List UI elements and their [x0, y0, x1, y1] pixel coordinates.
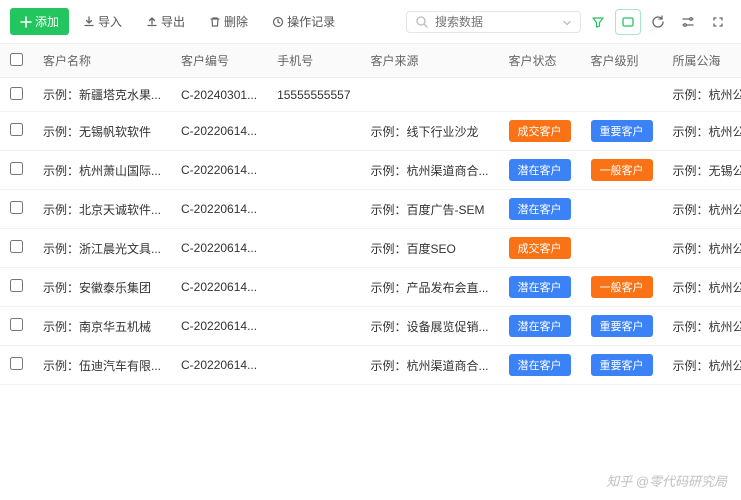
status-badge: 成交客户	[509, 120, 571, 142]
table-row[interactable]: 示例：南京华五机械 C-20220614... 示例：设备展览促销... 潜在客…	[0, 307, 741, 346]
import-button[interactable]: 导入	[73, 8, 132, 35]
filter-button[interactable]	[585, 9, 611, 35]
search-icon	[415, 15, 429, 29]
chevron-down-icon[interactable]	[562, 17, 572, 27]
level-badge: 重要客户	[591, 354, 653, 376]
header-pool[interactable]: 所属公海	[663, 44, 741, 78]
export-label: 导出	[161, 13, 185, 30]
search-input[interactable]	[435, 15, 556, 29]
cell-pool: 示例：杭州公海池	[673, 318, 741, 335]
fullscreen-button[interactable]	[705, 9, 731, 35]
add-button[interactable]: 添加	[10, 8, 69, 35]
level-badge: 重要客户	[591, 120, 653, 142]
row-checkbox[interactable]	[10, 357, 23, 370]
refresh-button[interactable]	[645, 9, 671, 35]
cell-pool: 示例：杭州公海池	[673, 357, 741, 374]
header-status[interactable]: 客户状态	[499, 44, 581, 78]
cell-code: C-20220614...	[181, 124, 257, 138]
search-box[interactable]	[406, 11, 581, 33]
table-row[interactable]: 示例：无锡帆软软件 C-20220614... 示例：线下行业沙龙 成交客户 重…	[0, 112, 741, 151]
cell-code: C-20240301...	[181, 88, 257, 102]
row-checkbox[interactable]	[10, 87, 23, 100]
row-checkbox[interactable]	[10, 318, 23, 331]
import-label: 导入	[98, 13, 122, 30]
table-container: 客户名称 客户编号 手机号 客户来源 客户状态 客户级别 所属公海 客户查 示例…	[0, 44, 741, 385]
level-badge: 一般客户	[591, 276, 653, 298]
cell-source: 示例：百度SEO	[371, 240, 456, 257]
cell-source: 示例：线下行业沙龙	[371, 123, 479, 140]
plus-icon	[20, 16, 32, 28]
status-badge: 潜在客户	[509, 315, 571, 337]
log-label: 操作记录	[287, 13, 335, 30]
level-badge: 重要客户	[591, 315, 653, 337]
cell-code: C-20220614...	[181, 319, 257, 333]
cell-pool: 示例：杭州公海池	[673, 279, 741, 296]
cell-pool: 示例：无锡公海池	[673, 162, 741, 179]
cell-code: C-20220614...	[181, 163, 257, 177]
status-badge: 潜在客户	[509, 354, 571, 376]
status-badge: 潜在客户	[509, 276, 571, 298]
table-row[interactable]: 示例：浙江晨光文具... C-20220614... 示例：百度SEO 成交客户…	[0, 229, 741, 268]
watermark: 知乎 @零代码研究局	[606, 471, 727, 490]
cell-source: 示例：杭州渠道商合...	[371, 162, 489, 179]
table-row[interactable]: 示例：安徽泰乐集团 C-20220614... 示例：产品发布会直... 潜在客…	[0, 268, 741, 307]
trash-icon	[209, 16, 221, 28]
row-checkbox[interactable]	[10, 279, 23, 292]
cell-code: C-20220614...	[181, 241, 257, 255]
cell-source: 示例：百度广告-SEM	[371, 201, 485, 218]
add-label: 添加	[35, 13, 59, 30]
cell-name: 示例：北京天诚软件...	[43, 201, 161, 218]
cell-source: 示例：设备展览促销...	[371, 318, 489, 335]
table-row[interactable]: 示例：北京天诚软件... C-20220614... 示例：百度广告-SEM 潜…	[0, 190, 741, 229]
header-level[interactable]: 客户级别	[581, 44, 663, 78]
cell-name: 示例：新疆塔克水果...	[43, 86, 161, 103]
header-name[interactable]: 客户名称	[33, 44, 171, 78]
cell-source: 示例：杭州渠道商合...	[371, 357, 489, 374]
cell-code: C-20220614...	[181, 202, 257, 216]
card-view-button[interactable]	[615, 9, 641, 35]
row-checkbox[interactable]	[10, 240, 23, 253]
header-source[interactable]: 客户来源	[361, 44, 499, 78]
cell-name: 示例：无锡帆软软件	[43, 123, 151, 140]
row-checkbox[interactable]	[10, 162, 23, 175]
cell-pool: 示例：杭州公海池	[673, 240, 741, 257]
export-icon	[146, 16, 158, 28]
header-row: 客户名称 客户编号 手机号 客户来源 客户状态 客户级别 所属公海 客户查	[0, 44, 741, 78]
cell-code: C-20220614...	[181, 280, 257, 294]
log-button[interactable]: 操作记录	[262, 8, 345, 35]
cell-pool: 示例：杭州公海池	[673, 86, 741, 103]
row-checkbox[interactable]	[10, 123, 23, 136]
delete-button[interactable]: 删除	[199, 8, 258, 35]
toolbar: 添加 导入 导出 删除 操作记录	[0, 0, 741, 44]
header-phone[interactable]: 手机号	[267, 44, 360, 78]
header-code[interactable]: 客户编号	[171, 44, 267, 78]
cell-phone: 15555555557	[277, 88, 350, 102]
cell-name: 示例：伍迪汽车有限...	[43, 357, 161, 374]
status-badge: 成交客户	[509, 237, 571, 259]
settings-button[interactable]	[675, 9, 701, 35]
import-icon	[83, 16, 95, 28]
cell-name: 示例：南京华五机械	[43, 318, 151, 335]
table-row[interactable]: 示例：新疆塔克水果... C-20240301... 15555555557 示…	[0, 78, 741, 112]
cell-pool: 示例：杭州公海池	[673, 201, 741, 218]
cell-name: 示例：杭州萧山国际...	[43, 162, 161, 179]
status-badge: 潜在客户	[509, 198, 571, 220]
cell-name: 示例：安徽泰乐集团	[43, 279, 151, 296]
select-all-checkbox[interactable]	[10, 53, 23, 66]
cell-pool: 示例：杭州公海池	[673, 123, 741, 140]
cell-source: 示例：产品发布会直...	[371, 279, 489, 296]
export-button[interactable]: 导出	[136, 8, 195, 35]
delete-label: 删除	[224, 13, 248, 30]
cell-code: C-20220614...	[181, 358, 257, 372]
table-row[interactable]: 示例：伍迪汽车有限... C-20220614... 示例：杭州渠道商合... …	[0, 346, 741, 385]
row-checkbox[interactable]	[10, 201, 23, 214]
cell-name: 示例：浙江晨光文具...	[43, 240, 161, 257]
table-row[interactable]: 示例：杭州萧山国际... C-20220614... 示例：杭州渠道商合... …	[0, 151, 741, 190]
clock-icon	[272, 16, 284, 28]
status-badge: 潜在客户	[509, 159, 571, 181]
customer-table: 客户名称 客户编号 手机号 客户来源 客户状态 客户级别 所属公海 客户查 示例…	[0, 44, 741, 385]
level-badge: 一般客户	[591, 159, 653, 181]
